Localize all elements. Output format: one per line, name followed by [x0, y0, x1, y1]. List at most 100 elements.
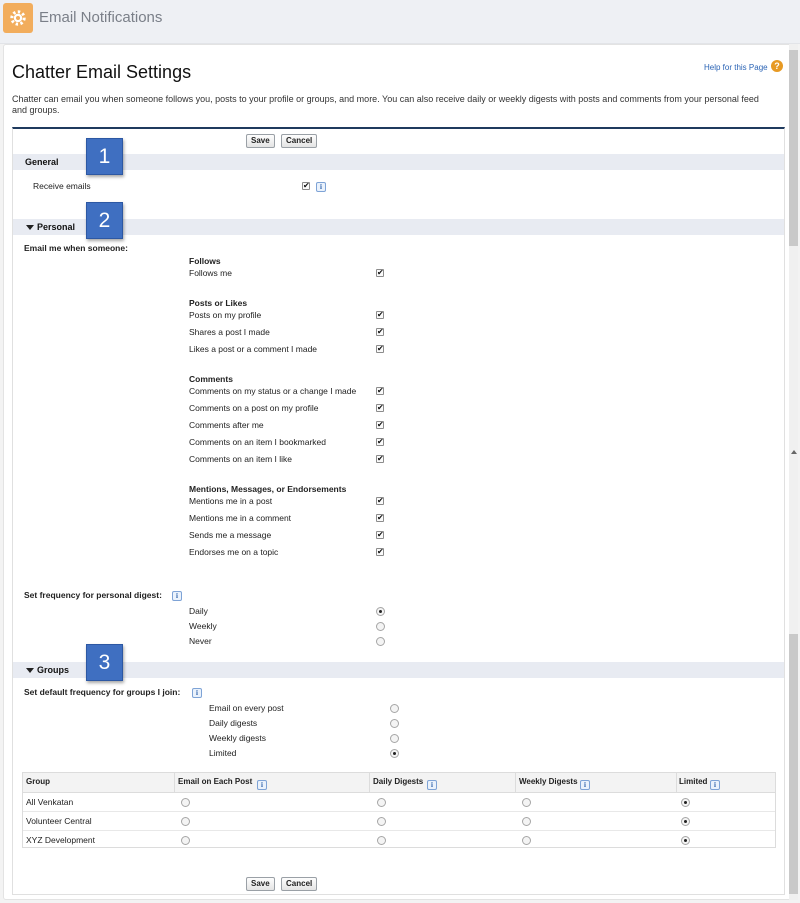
likes-post-checkbox[interactable]: ✔	[376, 345, 384, 353]
comments-bookmarked-checkbox[interactable]: ✔	[376, 438, 384, 446]
column-header: Weekly Digests	[519, 777, 578, 786]
mentions-comment-checkbox[interactable]: ✔	[376, 514, 384, 522]
row-weekly-radio[interactable]	[522, 817, 531, 826]
option-label: Likes a post or a comment I made	[189, 344, 318, 354]
follows-me-checkbox[interactable]: ✔	[376, 269, 384, 277]
column-header: Daily Digests	[373, 777, 424, 786]
receive-emails-label: Receive emails	[33, 181, 91, 191]
mentions-post-checkbox[interactable]: ✔	[376, 497, 384, 505]
group-default-label: Set default frequency for groups I join:	[24, 687, 181, 697]
cancel-button-bottom[interactable]: Cancel	[281, 877, 318, 891]
endorses-topic-checkbox[interactable]: ✔	[376, 548, 384, 556]
table-header: Group Email on Each Post i Daily Digests…	[23, 773, 775, 793]
row-limited-radio[interactable]	[681, 798, 690, 807]
option-label: Daily digests	[209, 718, 258, 728]
scrollbar-thumb[interactable]	[789, 50, 798, 246]
table-row: XYZ Development	[23, 831, 775, 850]
digest-daily-radio[interactable]	[376, 607, 385, 616]
section-title-personal: Personal	[37, 222, 76, 232]
scroll-up-icon[interactable]	[791, 450, 797, 454]
save-button-top[interactable]: Save	[246, 134, 275, 148]
column-divider	[369, 773, 370, 793]
save-button-bottom[interactable]: Save	[246, 877, 275, 891]
comments-profile-post-checkbox[interactable]: ✔	[376, 404, 384, 412]
option-label: Mentions me in a post	[189, 496, 273, 506]
row-weekly-radio[interactable]	[522, 836, 531, 845]
group-title-posts-likes: Posts or Likes	[189, 298, 248, 308]
option-label: Comments on my status or a change I made	[189, 386, 357, 396]
section-groups[interactable]: Groups	[13, 662, 784, 678]
option-label: Sends me a message	[189, 530, 272, 540]
info-icon[interactable]: i	[710, 780, 720, 790]
group-title-follows: Follows	[189, 256, 221, 266]
digest-weekly-radio[interactable]	[376, 622, 385, 631]
page-intro: Chatter can email you when someone follo…	[12, 94, 759, 115]
info-icon[interactable]: i	[192, 688, 202, 698]
default-every-post-radio[interactable]	[390, 704, 399, 713]
comments-like-checkbox[interactable]: ✔	[376, 455, 384, 463]
header-title: Email Notifications	[39, 9, 163, 26]
help-link[interactable]: Help for this Page	[704, 63, 768, 72]
option-label: Posts on my profile	[189, 310, 262, 320]
shares-post-checkbox[interactable]: ✔	[376, 328, 384, 336]
option-label: Shares a post I made	[189, 327, 270, 337]
option-label: Comments after me	[189, 420, 264, 430]
help-question-icon[interactable]: ?	[771, 60, 783, 72]
group-name: All Venkatan	[26, 797, 74, 807]
settings-card: Chatter Email Settings Help for this Pag…	[3, 44, 798, 900]
row-weekly-radio[interactable]	[522, 798, 531, 807]
default-limited-radio[interactable]	[390, 749, 399, 758]
group-name: XYZ Development	[26, 835, 95, 845]
sends-message-checkbox[interactable]: ✔	[376, 531, 384, 539]
option-label: Endorses me on a topic	[189, 547, 279, 557]
row-limited-radio[interactable]	[681, 817, 690, 826]
default-weekly-radio[interactable]	[390, 734, 399, 743]
comments-status-checkbox[interactable]: ✔	[376, 387, 384, 395]
option-label: Mentions me in a comment	[189, 513, 292, 523]
info-icon[interactable]: i	[580, 780, 590, 790]
page-title: Chatter Email Settings	[12, 62, 192, 82]
row-every-post-radio[interactable]	[181, 798, 190, 807]
option-label: Comments on an item I like	[189, 454, 292, 464]
option-label: Comments on an item I bookmarked	[189, 437, 327, 447]
column-divider	[676, 773, 677, 793]
option-label: Never	[189, 636, 212, 646]
callout-badge-1: 1	[86, 138, 123, 175]
callout-badge-3: 3	[86, 644, 123, 681]
cancel-button-top[interactable]: Cancel	[281, 134, 318, 148]
group-name: Volunteer Central	[26, 816, 92, 826]
row-every-post-radio[interactable]	[181, 817, 190, 826]
group-title-comments: Comments	[189, 374, 233, 384]
comments-after-me-checkbox[interactable]: ✔	[376, 421, 384, 429]
row-daily-radio[interactable]	[377, 836, 386, 845]
column-header: Email on Each Post	[178, 777, 253, 786]
info-icon[interactable]: i	[427, 780, 437, 790]
table-row: Volunteer Central	[23, 812, 775, 831]
personal-digest-label: Set frequency for personal digest:	[24, 590, 162, 600]
row-daily-radio[interactable]	[377, 798, 386, 807]
option-label: Weekly digests	[209, 733, 267, 743]
app-header: Email Notifications	[0, 0, 800, 44]
row-limited-radio[interactable]	[681, 836, 690, 845]
row-every-post-radio[interactable]	[181, 836, 190, 845]
row-daily-radio[interactable]	[377, 817, 386, 826]
default-daily-radio[interactable]	[390, 719, 399, 728]
receive-emails-checkbox[interactable]: ✔	[302, 182, 310, 190]
section-title-groups: Groups	[37, 665, 70, 675]
info-icon[interactable]: i	[316, 182, 326, 192]
posts-on-profile-checkbox[interactable]: ✔	[376, 311, 384, 319]
callout-badge-2: 2	[86, 202, 123, 239]
settings-form: Save Cancel General Receive emails ✔ i P…	[12, 127, 785, 895]
triangle-down-icon[interactable]	[26, 668, 34, 673]
table-row: All Venkatan	[23, 793, 775, 812]
option-label: Follows me	[189, 268, 232, 278]
scrollbar-thumb[interactable]	[789, 634, 798, 894]
section-personal[interactable]: Personal	[13, 219, 784, 235]
option-label: Weekly	[189, 621, 217, 631]
triangle-down-icon[interactable]	[26, 225, 34, 230]
email-me-when-label: Email me when someone:	[24, 243, 128, 253]
column-divider	[515, 773, 516, 793]
info-icon[interactable]: i	[257, 780, 267, 790]
info-icon[interactable]: i	[172, 591, 182, 601]
digest-never-radio[interactable]	[376, 637, 385, 646]
